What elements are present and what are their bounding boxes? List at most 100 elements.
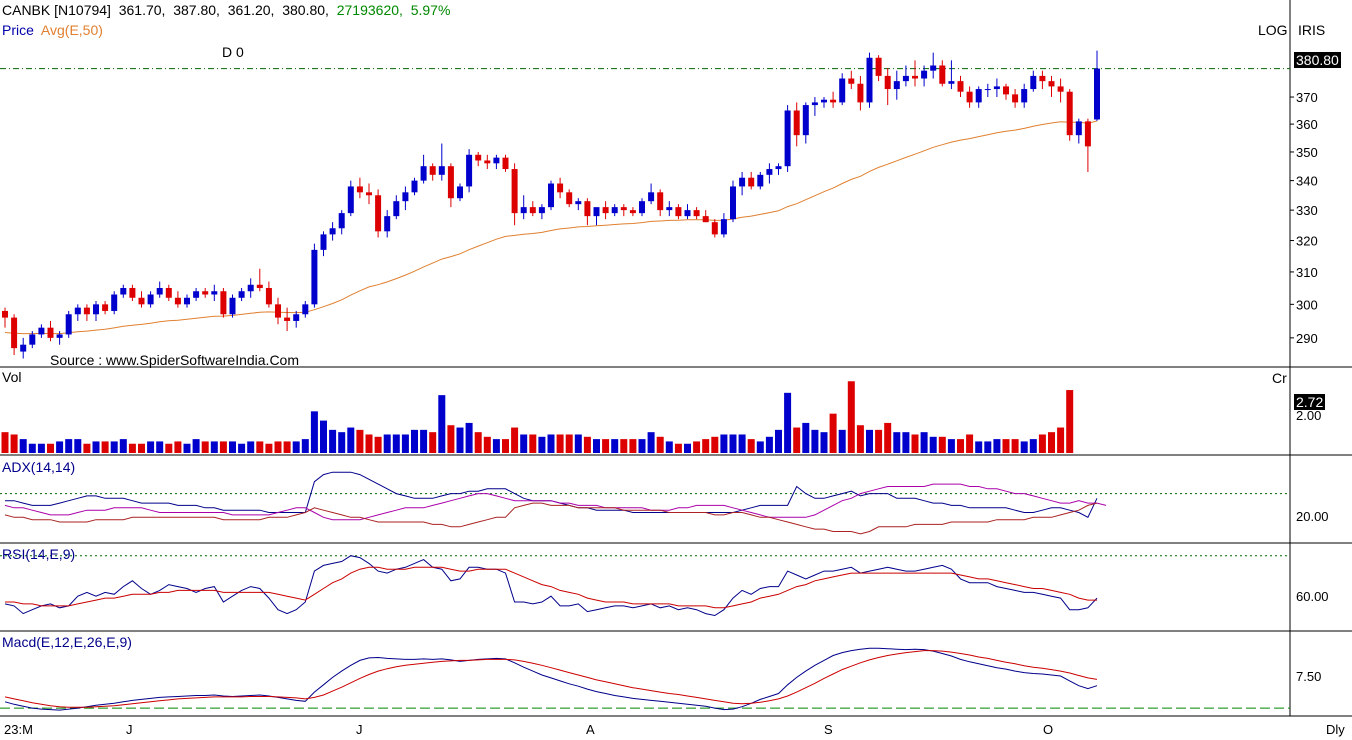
- price-tick-label: 330: [1296, 203, 1318, 218]
- volume-bar: [665, 441, 673, 453]
- volume-bar: [10, 434, 18, 453]
- candle-body: [930, 65, 937, 71]
- volume-bar: [538, 436, 546, 453]
- candle-body: [138, 297, 145, 305]
- volume-bar: [201, 441, 209, 453]
- price-tick-label: 320: [1296, 234, 1318, 249]
- volume-bar: [256, 441, 264, 453]
- volume-bar: [465, 422, 473, 453]
- volume-bar: [811, 429, 819, 453]
- price-tick-label: 370: [1296, 90, 1318, 105]
- candle-body: [775, 166, 782, 170]
- candle-body: [202, 291, 209, 295]
- candle-body: [948, 81, 955, 84]
- candle-body: [411, 180, 418, 193]
- volume-bar: [37, 443, 45, 453]
- candle-body: [366, 192, 372, 196]
- log-toggle[interactable]: LOG: [1258, 22, 1288, 38]
- candle-body: [11, 317, 18, 349]
- volume-bar: [65, 439, 73, 453]
- volume-bar: [183, 443, 191, 453]
- candle-body: [993, 86, 1000, 90]
- candle-body: [1003, 86, 1009, 95]
- candle-body: [475, 154, 482, 161]
- candle-body: [393, 201, 400, 217]
- volume-bar: [756, 441, 764, 453]
- volume-bar: [829, 413, 837, 453]
- candle-body: [702, 216, 709, 223]
- x-label-jun: J: [126, 722, 133, 737]
- brand-label: IRIS: [1298, 22, 1326, 38]
- candle-body: [739, 177, 746, 187]
- candle-body: [748, 177, 755, 187]
- x-label-may: 23:M: [4, 722, 33, 737]
- volume-bar: [911, 434, 919, 453]
- candle-body: [848, 78, 855, 84]
- adx-panel-title: ADX(14,14): [2, 459, 76, 475]
- candle-body: [83, 307, 90, 315]
- candle-body: [902, 75, 909, 82]
- candle-body: [211, 291, 218, 295]
- rsi-tick: 60.00: [1296, 589, 1329, 604]
- candle-body: [538, 207, 545, 214]
- interval-label[interactable]: Dly: [1326, 722, 1345, 737]
- volume-bar: [310, 411, 318, 453]
- candle-body: [65, 314, 72, 335]
- candle-body: [1030, 75, 1037, 90]
- volume-bar: [547, 434, 555, 453]
- candle-body: [102, 304, 109, 311]
- candle-body: [229, 297, 236, 315]
- volume-bar: [866, 429, 873, 453]
- candle-body: [256, 284, 263, 288]
- candle-body: [966, 91, 973, 103]
- volume-bar: [820, 432, 828, 453]
- candle-body: [720, 219, 727, 235]
- volume-bar: [565, 434, 573, 453]
- volume-bar: [511, 427, 519, 453]
- volume-bar: [929, 436, 937, 453]
- adx-tick: 20.00: [1296, 509, 1329, 524]
- avg-legend: Avg(E,50): [40, 22, 103, 38]
- candle-body: [1084, 121, 1091, 147]
- volume-bar: [1038, 434, 1046, 453]
- candle-body: [784, 110, 791, 167]
- candle-body: [56, 334, 63, 338]
- candle-body: [548, 183, 554, 208]
- candle-body: [320, 234, 327, 250]
- candle-body: [811, 102, 818, 106]
- volume-bar: [156, 441, 164, 453]
- close-value: 380.80,: [282, 2, 329, 18]
- candle-body: [338, 213, 345, 229]
- volume-bar: [492, 439, 500, 453]
- candle-body: [247, 284, 254, 292]
- indicator-line-0: [4, 555, 1098, 617]
- volume-bar: [474, 432, 482, 453]
- volume-bar: [502, 439, 509, 453]
- source-label: Source : www.SpiderSoftwareIndia.Com: [50, 352, 299, 368]
- volume-bar: [320, 420, 327, 453]
- indicator-line-0: [5, 471, 1098, 518]
- candle-body: [129, 287, 136, 298]
- candle-body: [402, 192, 409, 202]
- volume-bar: [684, 443, 691, 453]
- volume-bar: [711, 436, 719, 453]
- vol-panel-title: Vol: [2, 369, 22, 385]
- candle-body: [74, 307, 81, 315]
- volume-bar: [283, 441, 291, 453]
- candle-body: [566, 192, 573, 205]
- volume-bar: [520, 434, 528, 453]
- volume-bar: [966, 434, 974, 453]
- candle-body: [857, 83, 864, 103]
- volume-bar: [128, 443, 136, 453]
- volume-bar: [483, 436, 491, 453]
- candle-body: [493, 157, 500, 164]
- candle-body: [639, 201, 645, 214]
- candle-body: [484, 160, 491, 164]
- volume-bar: [356, 429, 364, 453]
- volume-bar: [347, 427, 355, 453]
- volume-bar: [338, 432, 346, 453]
- candle-body: [711, 222, 718, 235]
- volume-bar: [902, 432, 910, 453]
- ema-line: [4, 120, 1098, 335]
- candle-body: [502, 157, 509, 170]
